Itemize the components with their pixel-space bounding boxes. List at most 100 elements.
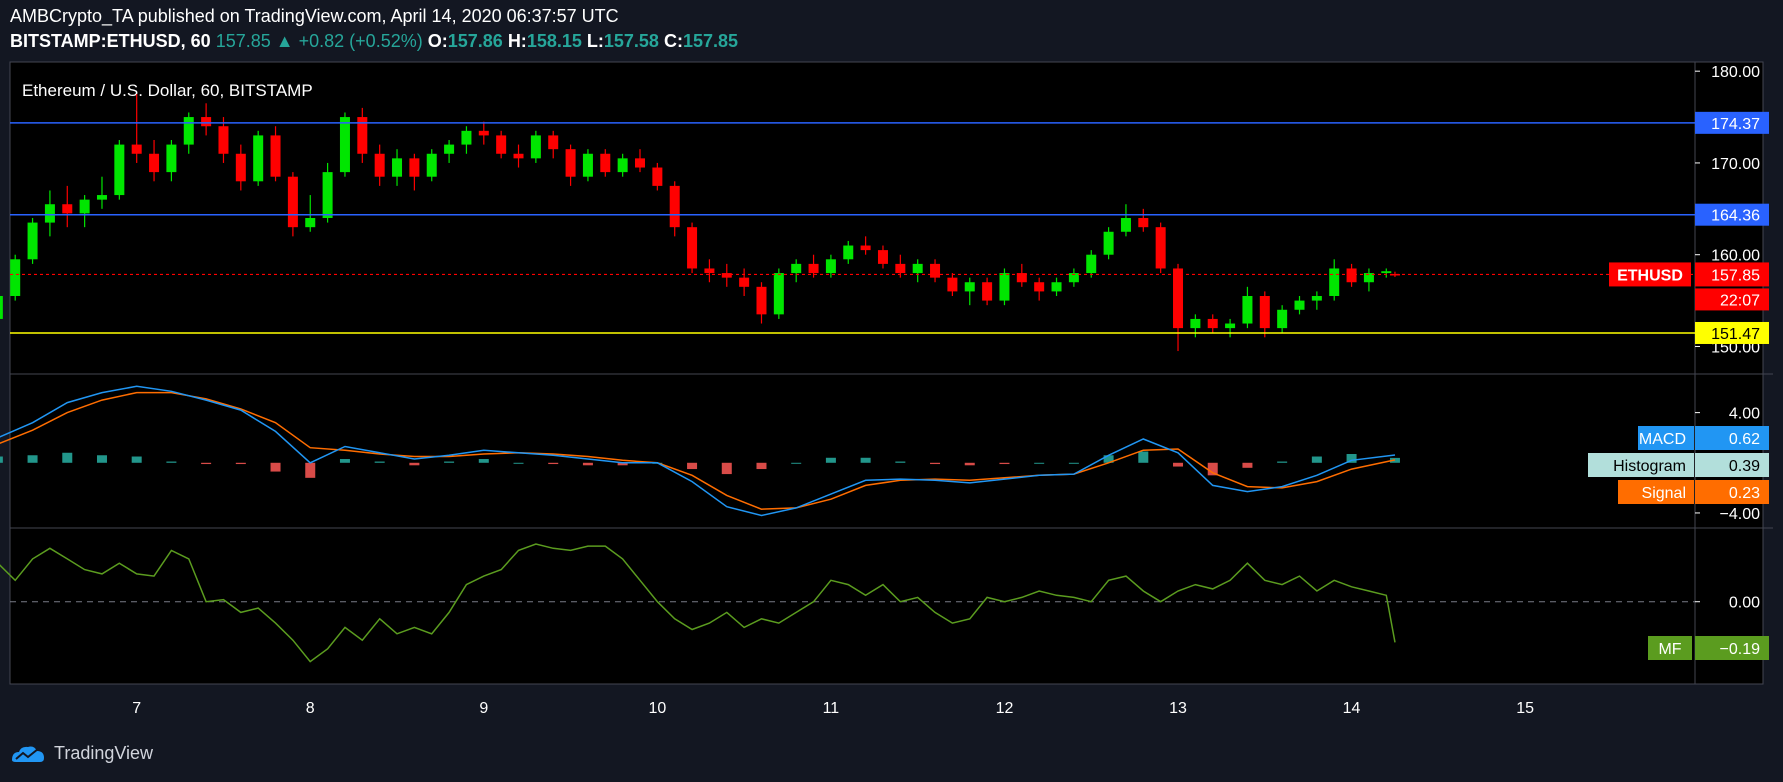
- candle-body: [513, 153, 524, 159]
- candle-body: [0, 296, 3, 319]
- histogram-bar: [1311, 456, 1322, 463]
- candle-body: [964, 282, 975, 292]
- candle-body: [1173, 268, 1184, 329]
- candle-body: [877, 250, 888, 264]
- candle-body: [1277, 309, 1288, 329]
- histogram-bar: [444, 461, 455, 463]
- candle-body: [548, 135, 559, 150]
- y-tick-label: −4.00: [1720, 506, 1761, 523]
- trading-chart[interactable]: 7 8 9 10 11 12 13 14 15 Ethereum / U.S. Dollar, 6…: [0, 0, 1783, 782]
- histogram-bar: [548, 462, 559, 465]
- candle-body: [635, 158, 645, 168]
- candle-body: [704, 268, 715, 274]
- candle-body: [287, 176, 298, 228]
- histogram-bar: [478, 459, 489, 463]
- histogram-bar: [0, 456, 3, 463]
- histogram-bar: [513, 462, 524, 464]
- legend-histogram-name: Histogram: [1613, 458, 1686, 475]
- legend-macd-value: 0.62: [1729, 431, 1760, 448]
- candle-body: [669, 185, 680, 228]
- candle-body: [947, 277, 958, 292]
- candle-body: [617, 158, 628, 173]
- candle-body: [843, 245, 854, 260]
- candle-body: [131, 144, 142, 154]
- candle-body: [808, 263, 819, 274]
- histogram-bar: [201, 462, 212, 465]
- legend-signal-name: Signal: [1642, 485, 1686, 502]
- candle-body: [600, 153, 611, 173]
- histogram-bar: [1277, 461, 1288, 463]
- candle-body: [96, 195, 107, 200]
- candle-body: [652, 167, 663, 186]
- candle-body: [253, 135, 264, 182]
- histogram-bar: [409, 462, 420, 466]
- x-tick-label: 14: [1343, 700, 1361, 717]
- candle-body: [1086, 254, 1097, 274]
- last-price-label: 157.85: [1711, 267, 1760, 284]
- legend-signal-value: 0.23: [1729, 485, 1760, 502]
- histogram-bar: [999, 462, 1010, 465]
- candle-body: [1034, 282, 1045, 292]
- legend-mf-name: MF: [1658, 641, 1681, 658]
- candle-body: [1311, 296, 1322, 301]
- histogram-bar: [374, 461, 385, 463]
- candle-body: [582, 153, 593, 177]
- candle-body: [1120, 218, 1131, 232]
- candle-body: [860, 245, 871, 251]
- histogram-bar: [235, 462, 246, 465]
- histogram-bar: [825, 457, 836, 463]
- histogram-bar: [1242, 462, 1253, 468]
- histogram-bar: [721, 462, 732, 475]
- resistance-1-label: 174.37: [1711, 116, 1760, 133]
- candle-body: [62, 204, 73, 214]
- candle-body: [10, 259, 21, 296]
- histogram-bar: [166, 461, 177, 463]
- histogram-bar: [1138, 451, 1149, 463]
- candle-body: [27, 222, 38, 260]
- chart-title: Ethereum / U.S. Dollar, 60, BITSTAMP: [22, 81, 313, 100]
- candle-body: [1051, 282, 1062, 292]
- histogram-bar: [756, 462, 767, 470]
- candle-body: [982, 282, 993, 301]
- candle-body: [374, 153, 385, 177]
- candle-body: [201, 117, 212, 127]
- candle-body: [218, 126, 229, 154]
- symbol-tag-label: ETHUSD: [1617, 267, 1683, 284]
- candle-body: [79, 199, 90, 214]
- x-tick-label: 11: [823, 700, 840, 717]
- histogram-bar: [96, 455, 107, 463]
- histogram-bar: [339, 459, 350, 463]
- x-tick-label: 7: [132, 700, 141, 717]
- candle-body: [739, 277, 750, 287]
- x-tick-label: 8: [306, 700, 315, 717]
- candle-body: [478, 130, 489, 136]
- candle-body: [1329, 268, 1340, 296]
- candle-body: [1207, 318, 1218, 329]
- candle-body: [1242, 296, 1253, 324]
- support-label: 151.47: [1711, 326, 1760, 343]
- histogram-bar: [860, 457, 871, 463]
- candle-body: [149, 153, 160, 173]
- candle-body: [930, 263, 941, 278]
- histogram-bar: [270, 462, 281, 472]
- candle-body: [1346, 268, 1357, 283]
- candle-body: [999, 273, 1010, 301]
- candle-body: [1294, 300, 1305, 310]
- candle-body: [235, 153, 246, 182]
- candle-body: [339, 117, 350, 173]
- candle-body: [912, 263, 923, 274]
- candle-body: [1155, 227, 1166, 269]
- candle-body: [895, 263, 906, 274]
- histogram-bar: [1173, 462, 1184, 467]
- candle-body: [721, 273, 732, 278]
- tradingview-footer[interactable]: TradingView: [10, 742, 153, 764]
- candle-body: [461, 130, 472, 145]
- histogram-bar: [62, 452, 73, 463]
- candle-body: [791, 263, 802, 274]
- legend-macd-name: MACD: [1639, 431, 1686, 448]
- candle-body: [44, 204, 55, 223]
- histogram-bar: [27, 455, 38, 463]
- candle-body: [530, 135, 541, 159]
- x-tick-label: 12: [996, 700, 1014, 717]
- candle-body: [1103, 231, 1114, 255]
